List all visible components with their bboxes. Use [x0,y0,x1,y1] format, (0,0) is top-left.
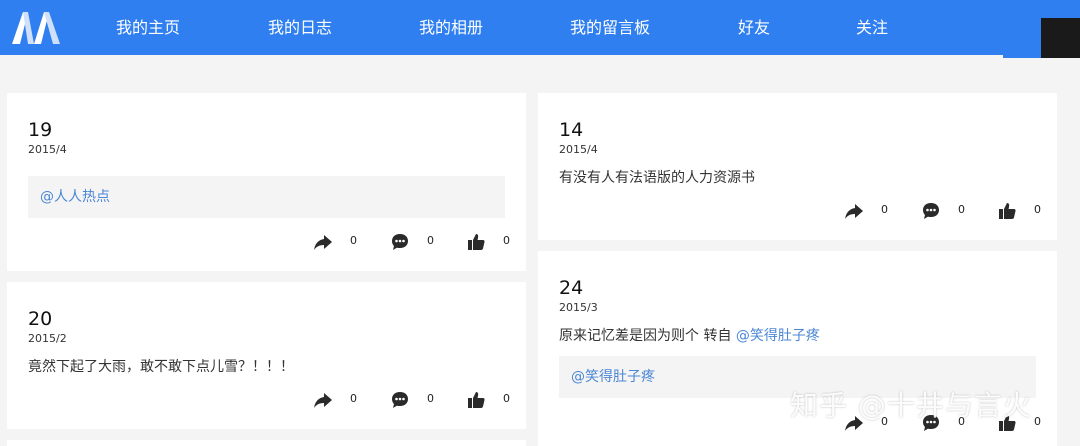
top-nav-bar: 我的主页 我的日志 我的相册 我的留言板 好友 关注 [0,0,1080,55]
comment-count: 0 [427,392,434,405]
share-icon [845,204,863,219]
quoted-mention[interactable]: @人人热点 [28,176,505,218]
comment-icon [392,392,408,408]
mention-link[interactable]: @笑得肚子疼 [736,328,820,344]
thumbs-up-icon [468,234,485,250]
post-day: 20 [28,308,53,330]
share-icon [314,393,332,408]
comment-count: 0 [958,203,965,216]
thumbs-up-icon [468,392,485,408]
post-day: 14 [559,119,584,141]
renren-logo-icon[interactable] [6,8,62,46]
share-count: 0 [350,392,357,405]
post-day: 19 [28,119,53,141]
post-text-body: 原来记忆差是因为则个 转自 [559,328,736,344]
post-text: 有没有人有法语版的人力资源书 [559,170,755,186]
comment-count: 0 [427,234,434,247]
post-day: 24 [559,277,584,299]
status-card: 14 2015/4 有没有人有法语版的人力资源书 0 0 0 [538,93,1057,240]
share-count: 0 [881,203,888,216]
quote-text[interactable]: @人人热点 [40,189,110,205]
user-avatar[interactable] [1041,18,1080,58]
nav-friends[interactable]: 好友 [738,0,770,55]
like-count: 0 [1034,203,1041,216]
thumbs-up-icon [999,203,1016,219]
status-card: 19 2015/4 @人人热点 0 0 0 [7,93,526,271]
like-count: 0 [1034,415,1041,428]
quote-text[interactable]: @笑得肚子疼 [571,369,655,385]
status-card: 20 2015/2 竟然下起了大雨，敢不敢下点儿雪？！！！ 0 0 0 [7,282,526,429]
post-date: 2015/3 [559,301,598,314]
watermark-text: 知乎 @十井与言火 [790,389,1032,422]
post-actions: 0 0 0 [313,390,513,410]
post-actions: 0 0 0 [313,232,513,252]
nav-message-board[interactable]: 我的留言板 [570,0,650,55]
share-count: 0 [350,234,357,247]
comment-icon [923,203,939,219]
share-icon [314,235,332,250]
post-date: 2015/4 [559,143,598,156]
comment-icon [392,234,408,250]
nav-album[interactable]: 我的相册 [419,0,483,55]
like-count: 0 [503,392,510,405]
like-count: 0 [503,234,510,247]
post-text: 竟然下起了大雨，敢不敢下点儿雪？！！！ [28,359,294,375]
post-date: 2015/4 [28,143,67,156]
nav-follow[interactable]: 关注 [856,0,888,55]
status-card-partial [7,440,526,446]
post-date: 2015/2 [28,332,67,345]
nav-accent-line [1003,55,1041,58]
post-text: 原来记忆差是因为则个 转自 @笑得肚子疼 [559,325,820,345]
post-actions: 0 0 0 [844,201,1044,221]
nav-blog[interactable]: 我的日志 [268,0,332,55]
nav-home[interactable]: 我的主页 [116,0,180,55]
